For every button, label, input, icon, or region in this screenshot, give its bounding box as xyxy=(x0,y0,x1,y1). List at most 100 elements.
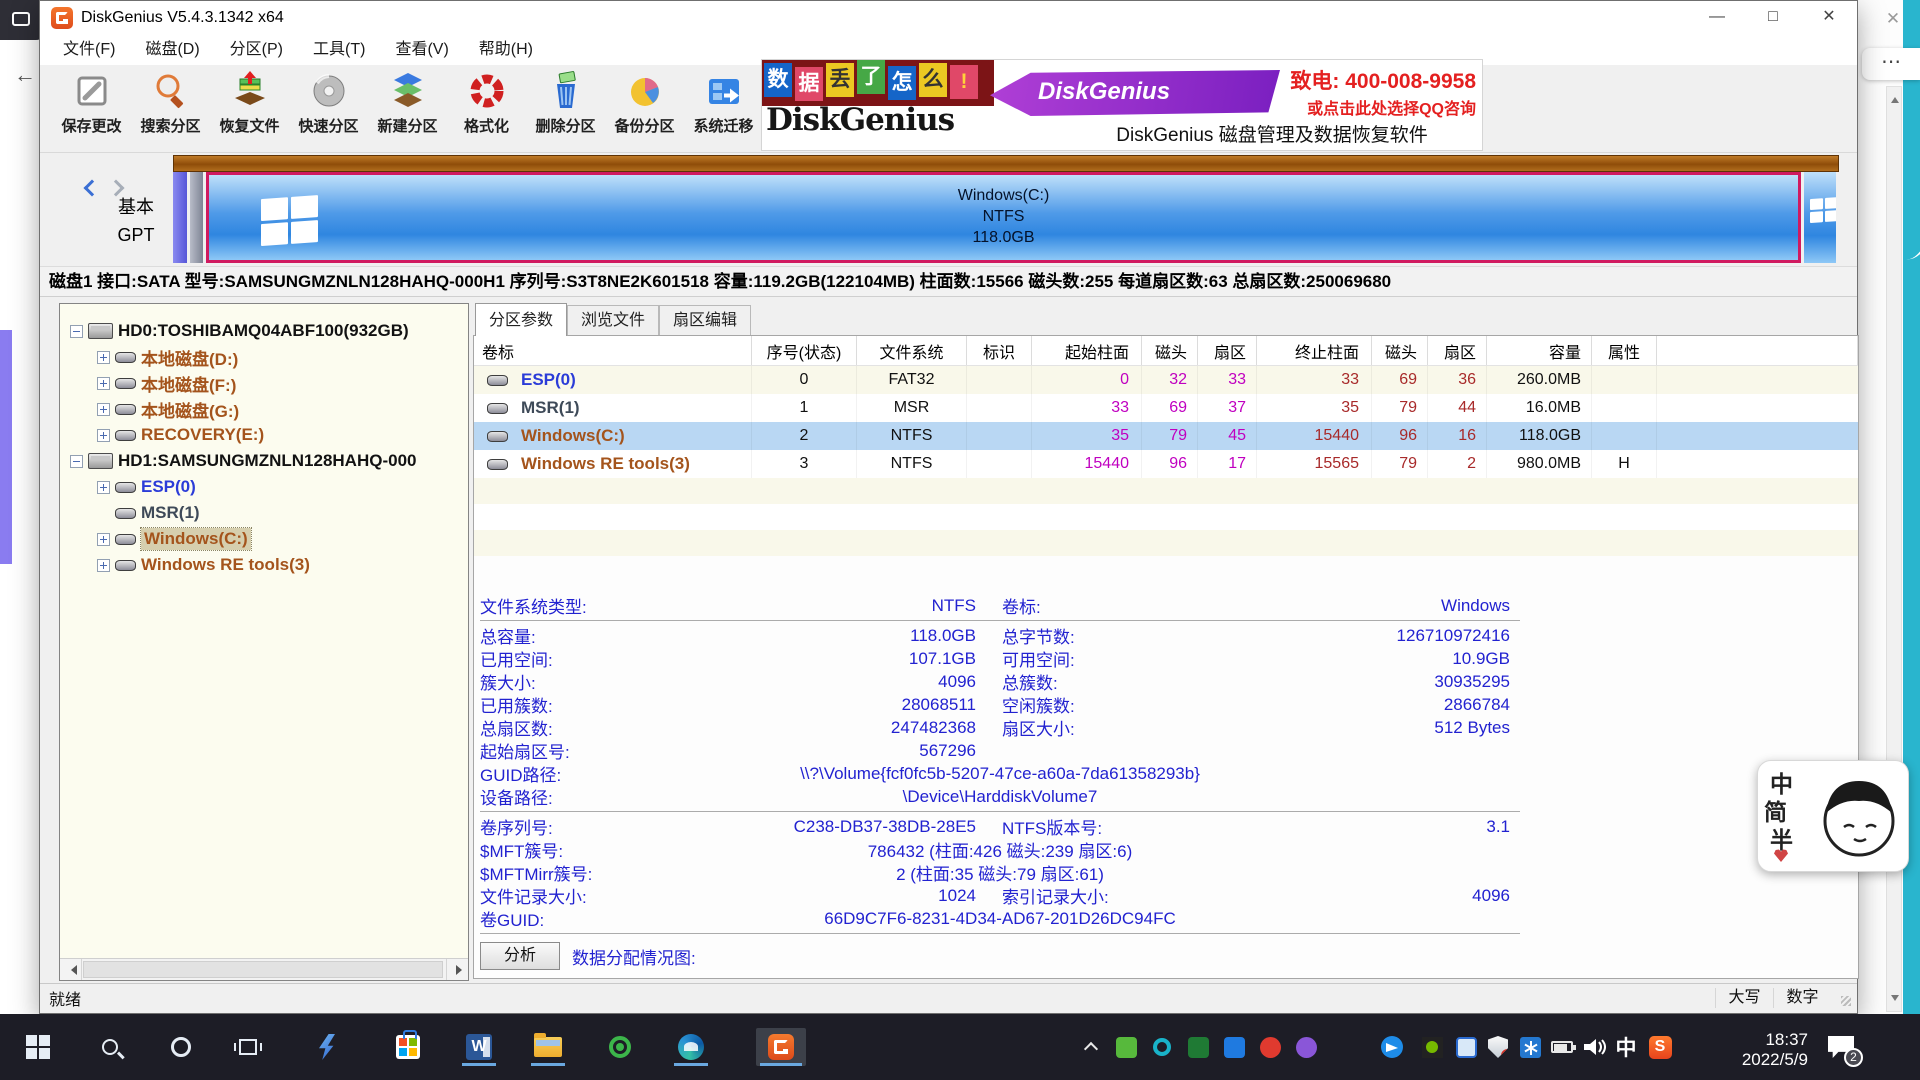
search-partition-button[interactable]: 搜索分区 xyxy=(131,65,210,152)
backup-partition-button[interactable]: 备份分区 xyxy=(605,65,684,152)
tray-ime-mode[interactable]: 中 xyxy=(1611,1032,1641,1062)
tray-icon-blue[interactable] xyxy=(1219,1032,1249,1062)
taskbar-app-edge[interactable] xyxy=(667,1028,715,1066)
partition-block-re-tools[interactable] xyxy=(1804,172,1836,263)
partition-tree-panel[interactable]: HD0:TOSHIBAMQ04ABF100(932GB) 本地磁盘(D:) 本地… xyxy=(59,303,469,981)
tray-show-hidden[interactable] xyxy=(1076,1032,1106,1062)
taskbar-clock[interactable]: 18:37 2022/5/9 xyxy=(1694,1030,1808,1070)
tab-partition-params[interactable]: 分区参数 xyxy=(475,303,567,336)
back-arrow-icon[interactable]: ← xyxy=(14,62,36,88)
tree-item-windows-c[interactable]: Windows(C:) xyxy=(60,526,468,552)
analyze-button[interactable]: 分析 xyxy=(480,942,560,970)
maximize-button[interactable]: □ xyxy=(1745,1,1801,35)
save-changes-button[interactable]: 保存更改 xyxy=(52,65,131,152)
col-end-sector[interactable]: 扇区 xyxy=(1428,336,1487,365)
tree-horizontal-scrollbar[interactable] xyxy=(60,958,468,980)
col-end-cyl[interactable]: 终止柱面 xyxy=(1257,336,1372,365)
more-options-button[interactable]: ⋯ xyxy=(1862,48,1920,80)
table-row-windows-re[interactable]: Windows RE tools(3) 3 NTFS 15440 96 17 1… xyxy=(474,450,1858,478)
menu-help[interactable]: 帮助(H) xyxy=(464,37,548,63)
table-row-msr[interactable]: MSR(1) 1 MSR 33 69 37 35 79 44 16.0MB xyxy=(474,394,1858,422)
taskbar-app-store[interactable] xyxy=(384,1028,432,1066)
taskbar-search-button[interactable] xyxy=(86,1028,134,1066)
cortana-button[interactable] xyxy=(157,1028,205,1066)
scroll-left-icon[interactable] xyxy=(60,959,82,980)
partition-block-msr[interactable] xyxy=(190,172,203,263)
system-migration-button[interactable]: 系统迁移 xyxy=(684,65,763,152)
promo-banner[interactable]: 数 据 丢 了 怎 么 ! DiskGenius DiskGenius 致电: … xyxy=(761,59,1483,151)
table-row-esp[interactable]: ESP(0) 0 FAT32 0 32 33 33 69 36 260.0MB xyxy=(474,366,1858,394)
tray-sogou[interactable]: S xyxy=(1645,1032,1675,1062)
col-start-sector[interactable]: 扇区 xyxy=(1198,336,1257,365)
col-filesystem[interactable]: 文件系统 xyxy=(857,336,967,365)
partition-block-windows-c[interactable]: Windows(C:) NTFS 118.0GB xyxy=(206,172,1801,263)
tray-icon-darkgreen[interactable] xyxy=(1183,1032,1213,1062)
menu-file[interactable]: 文件(F) xyxy=(48,37,130,63)
tray-icon-purple[interactable] xyxy=(1291,1032,1321,1062)
tray-icon-teal[interactable] xyxy=(1147,1032,1177,1062)
scroll-right-icon[interactable] xyxy=(446,959,468,980)
taskbar-app-explorer[interactable] xyxy=(524,1028,572,1066)
tray-nvidia[interactable] xyxy=(1417,1032,1447,1062)
tray-icon-green[interactable] xyxy=(1111,1032,1141,1062)
col-volume-label[interactable]: 卷标 xyxy=(474,336,752,365)
scrollbar-thumb[interactable] xyxy=(83,961,443,978)
table-header[interactable]: 卷标 序号(状态) 文件系统 标识 起始柱面 磁头 扇区 终止柱面 磁头 扇区 … xyxy=(474,336,1858,366)
tree-item-msr[interactable]: MSR(1) xyxy=(60,500,468,526)
sogou-ime-panel[interactable]: 中 简 半 xyxy=(1757,760,1909,872)
tree-item-local-d[interactable]: 本地磁盘(D:) xyxy=(60,344,468,370)
scroll-up-icon[interactable] xyxy=(1891,93,1899,103)
close-button[interactable]: ✕ xyxy=(1801,1,1857,35)
start-button[interactable] xyxy=(14,1028,62,1066)
taskbar-app-word[interactable]: W xyxy=(455,1028,503,1066)
tree-item-hd0[interactable]: HD0:TOSHIBAMQ04ABF100(932GB) xyxy=(60,318,468,344)
banner-qq-link[interactable]: 或点击此处选择QQ咨询 xyxy=(1290,95,1476,119)
taskbar-app-browser[interactable] xyxy=(596,1028,644,1066)
menu-tools[interactable]: 工具(T) xyxy=(298,37,380,63)
task-view-button[interactable] xyxy=(224,1028,272,1066)
quick-partition-button[interactable]: 快速分区 xyxy=(289,65,368,152)
delete-partition-button[interactable]: 删除分区 xyxy=(526,65,605,152)
col-index-status[interactable]: 序号(状态) xyxy=(752,336,857,365)
tree-item-windows-re[interactable]: Windows RE tools(3) xyxy=(60,552,468,578)
format-button[interactable]: 格式化 xyxy=(447,65,526,152)
expand-icon[interactable] xyxy=(97,533,110,546)
expand-icon[interactable] xyxy=(97,481,110,494)
scroll-down-icon[interactable] xyxy=(1891,995,1899,1005)
tray-dingtalk[interactable] xyxy=(1377,1032,1407,1062)
tree-item-recovery-e[interactable]: RECOVERY(E:) xyxy=(60,422,468,448)
menu-disk[interactable]: 磁盘(D) xyxy=(130,37,214,63)
recover-files-button[interactable]: 恢复文件 xyxy=(210,65,289,152)
tree-item-local-f[interactable]: 本地磁盘(F:) xyxy=(60,370,468,396)
tray-defender[interactable] xyxy=(1483,1032,1513,1062)
disk-header-strip[interactable] xyxy=(173,155,1839,172)
col-attr[interactable]: 属性 xyxy=(1592,336,1657,365)
tray-volume[interactable] xyxy=(1579,1032,1609,1062)
tray-intel[interactable] xyxy=(1451,1032,1481,1062)
tree-item-hd1[interactable]: HD1:SAMSUNGMZNLN128HAHQ-000 xyxy=(60,448,468,474)
new-partition-button[interactable]: 新建分区 xyxy=(368,65,447,152)
tab-browse-files[interactable]: 浏览文件 xyxy=(567,305,659,335)
background-close-icon[interactable]: ✕ xyxy=(1878,6,1908,32)
taskbar-app-flash[interactable] xyxy=(303,1028,351,1066)
expand-icon[interactable] xyxy=(97,403,110,416)
tray-snowflake[interactable] xyxy=(1515,1032,1545,1062)
taskbar-app-diskgenius-active[interactable] xyxy=(756,1028,806,1066)
collapse-icon[interactable] xyxy=(70,325,83,338)
tree-item-local-g[interactable]: 本地磁盘(G:) xyxy=(60,396,468,422)
partition-block-esp[interactable] xyxy=(173,172,187,263)
menu-partition[interactable]: 分区(P) xyxy=(215,37,298,63)
tree-item-esp[interactable]: ESP(0) xyxy=(60,474,468,500)
tab-sector-edit[interactable]: 扇区编辑 xyxy=(659,305,751,335)
expand-icon[interactable] xyxy=(97,377,110,390)
col-start-cyl[interactable]: 起始柱面 xyxy=(1032,336,1142,365)
col-flag[interactable]: 标识 xyxy=(967,336,1032,365)
tray-icon-red[interactable] xyxy=(1255,1032,1285,1062)
table-row-windows-c-selected[interactable]: Windows(C:) 2 NTFS 35 79 45 15440 96 16 … xyxy=(474,422,1858,450)
expand-icon[interactable] xyxy=(97,429,110,442)
expand-icon[interactable] xyxy=(97,351,110,364)
minimize-button[interactable]: — xyxy=(1689,1,1745,35)
col-start-head[interactable]: 磁头 xyxy=(1142,336,1198,365)
background-scrollbar[interactable] xyxy=(1886,86,1902,1012)
collapse-icon[interactable] xyxy=(70,455,83,468)
